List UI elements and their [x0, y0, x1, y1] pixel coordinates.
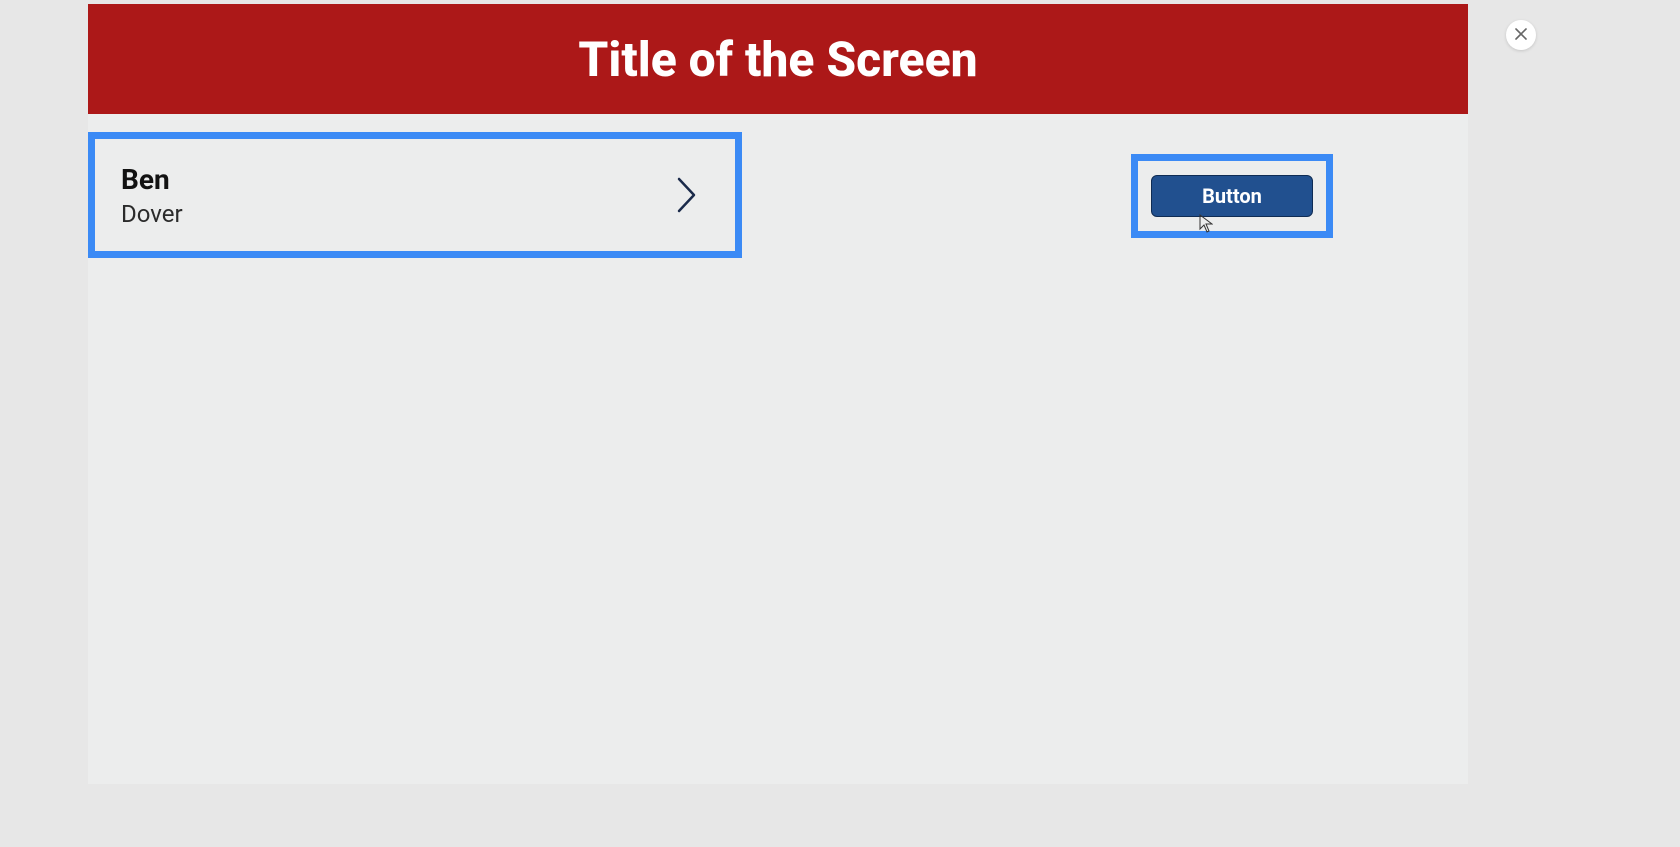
screen-title: Title of the Screen: [578, 31, 977, 88]
primary-button[interactable]: Button: [1151, 175, 1313, 217]
chevron-right-icon: [675, 175, 699, 215]
list-item[interactable]: Ben Dover: [88, 132, 742, 258]
main-panel: Title of the Screen Ben Dover Button: [88, 4, 1468, 784]
close-icon: [1514, 26, 1528, 45]
list-item-text: Ben Dover: [121, 163, 183, 228]
close-button[interactable]: [1506, 20, 1536, 50]
header-bar: Title of the Screen: [88, 4, 1468, 114]
list-item-primary: Ben: [121, 163, 183, 196]
primary-button-label: Button: [1202, 184, 1262, 208]
button-highlight-box: Button: [1131, 154, 1333, 238]
list-item-secondary: Dover: [121, 200, 183, 228]
